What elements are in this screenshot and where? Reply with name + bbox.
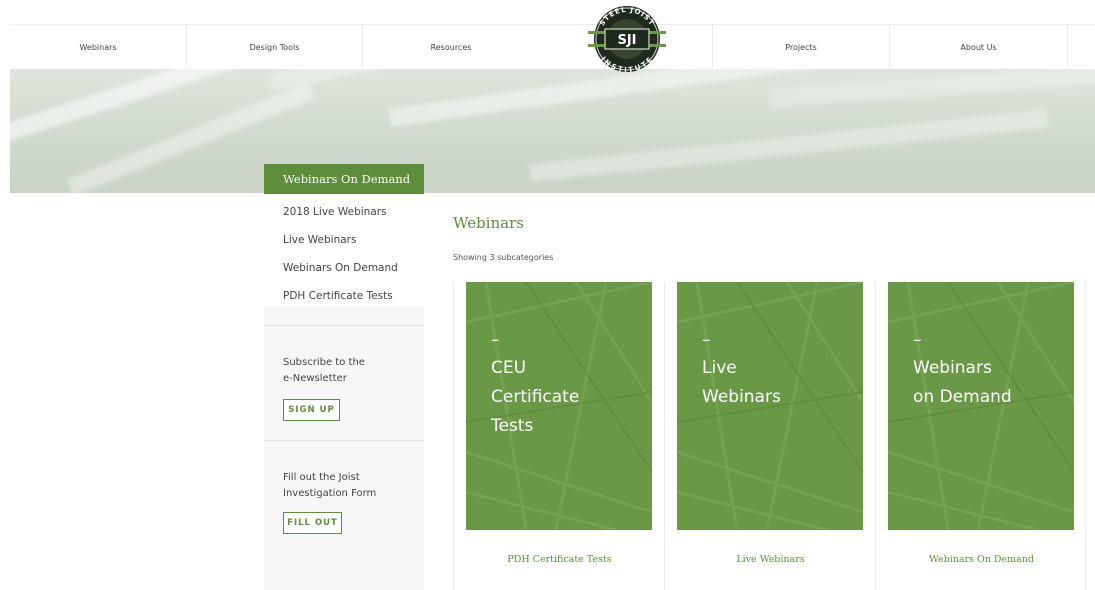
- nav-resources[interactable]: Resources: [363, 25, 539, 69]
- divider: [264, 325, 424, 326]
- subcategory-count: Showing 3 subcategories: [453, 253, 554, 262]
- sidebar-item-live-webinars[interactable]: Live Webinars: [264, 226, 424, 254]
- card-image-on-demand[interactable]: – Webinars on Demand: [888, 282, 1074, 530]
- category-card-on-demand: – Webinars on Demand Webinars On Demand: [875, 282, 1086, 590]
- nav-projects[interactable]: Projects: [712, 25, 890, 69]
- sji-logo[interactable]: STEEL JOIST INSTITUTE SJI: [586, 3, 668, 74]
- category-card-live: – Live Webinars Live Webinars: [664, 282, 875, 590]
- nav-webinars[interactable]: Webinars: [10, 25, 187, 69]
- card-title-on-demand: Webinars on Demand: [913, 358, 1012, 407]
- sidebar-item-webinars-on-demand[interactable]: Webinars On Demand: [264, 254, 424, 282]
- sidebar-item-pdh-certificate-tests[interactable]: PDH Certificate Tests: [264, 282, 424, 310]
- sidebar-item-2018-live-webinars[interactable]: 2018 Live Webinars: [264, 198, 424, 226]
- logo-center-text: SJI: [617, 33, 636, 48]
- card-link-webinars-on-demand[interactable]: Webinars On Demand: [876, 554, 1087, 565]
- sidebar-links: 2018 Live Webinars Live Webinars Webinar…: [264, 198, 424, 310]
- card-title-ceu: CEU Certificate Tests: [491, 358, 580, 436]
- page-title: Webinars: [453, 214, 524, 232]
- card-title-live: Live Webinars: [702, 358, 781, 407]
- investigation-text: Fill out the Joist Investigation Form: [283, 472, 377, 499]
- sidebar-panel: Subscribe to the e-Newsletter SIGN UP Fi…: [264, 307, 424, 590]
- newsletter-text: Subscribe to the e-Newsletter: [283, 357, 365, 384]
- divider: [264, 440, 424, 441]
- card-image-live[interactable]: – Live Webinars: [677, 282, 863, 530]
- main-nav: Webinars Design Tools Resources Projects…: [10, 24, 1095, 70]
- card-link-live-webinars[interactable]: Live Webinars: [665, 554, 876, 565]
- sidebar-active-tab[interactable]: Webinars On Demand: [264, 164, 424, 194]
- nav-about-us[interactable]: About Us: [890, 25, 1068, 69]
- card-link-pdh-certificate-tests[interactable]: PDH Certificate Tests: [454, 554, 665, 565]
- sign-up-button[interactable]: SIGN UP: [283, 399, 340, 421]
- hero-banner: [10, 69, 1095, 193]
- fill-out-button[interactable]: FILL OUT: [283, 512, 342, 534]
- category-card-ceu: – CEU Certificate Tests PDH Certificate …: [453, 282, 664, 590]
- card-image-ceu[interactable]: – CEU Certificate Tests: [466, 282, 652, 530]
- nav-design-tools[interactable]: Design Tools: [187, 25, 363, 69]
